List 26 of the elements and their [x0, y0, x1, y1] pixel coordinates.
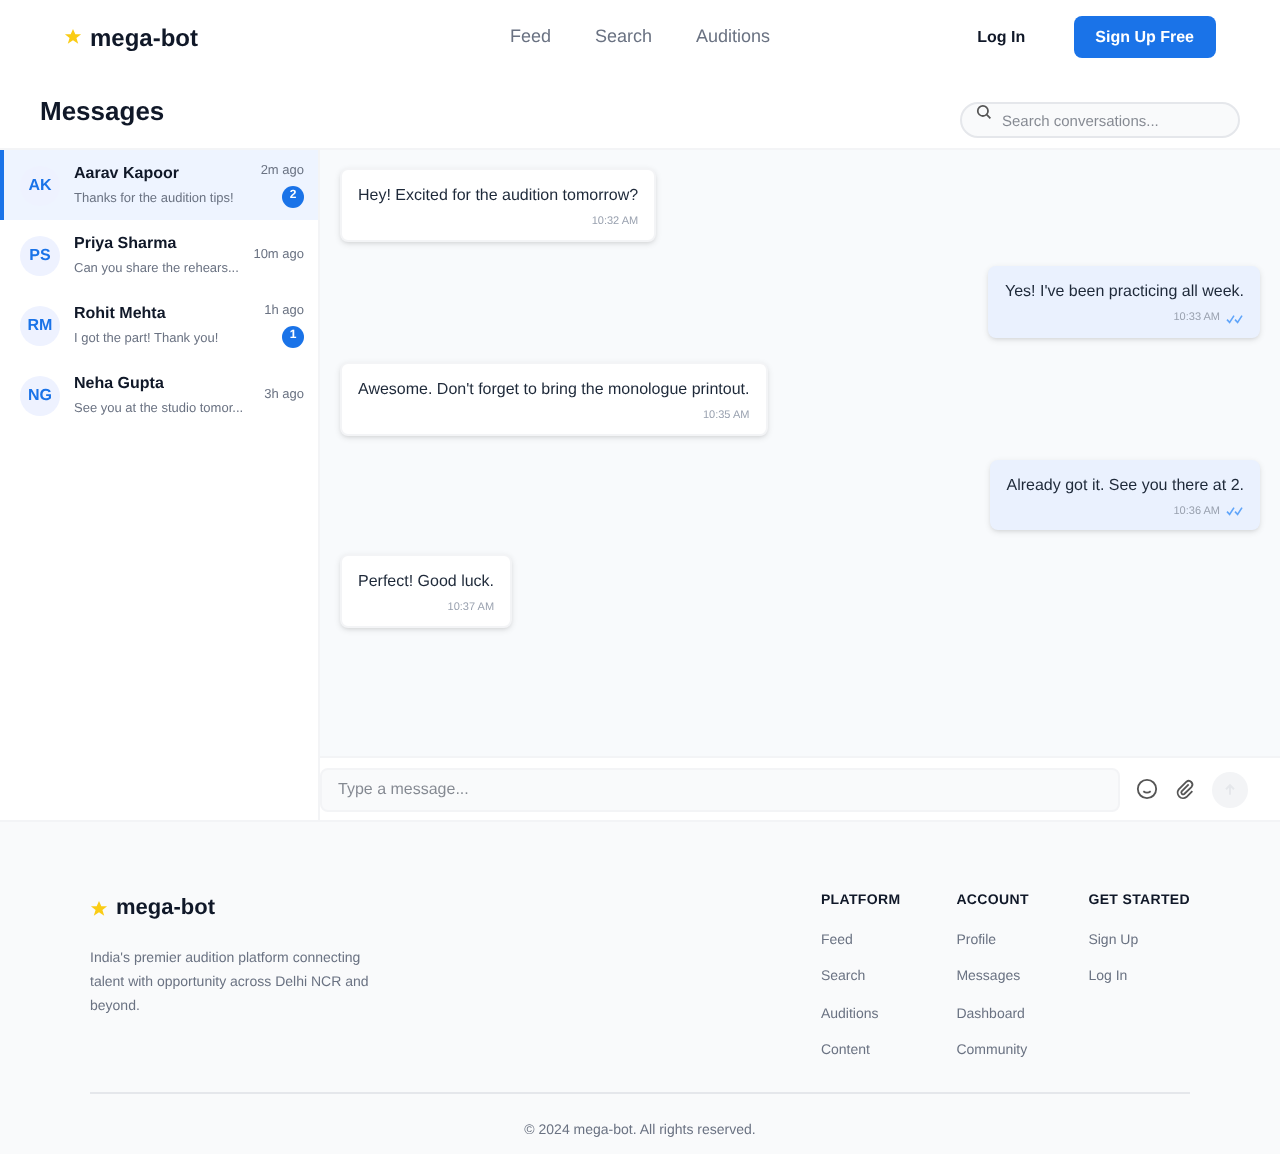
avatar-initials: RM — [20, 305, 60, 345]
paperclip-icon[interactable] — [1174, 778, 1196, 800]
message-text: Perfect! Good luck. — [358, 570, 495, 594]
signup-button[interactable]: Sign Up Free — [1073, 16, 1216, 58]
nav-link[interactable]: Auditions — [696, 23, 771, 51]
contact-name: Neha Gupta — [74, 371, 166, 396]
footer-logo: mega-bot — [116, 894, 215, 924]
contact-name: Aarav Kapoor — [74, 161, 181, 186]
nav-link[interactable]: Feed — [509, 23, 551, 51]
contact-name: Rohit Mehta — [74, 301, 168, 326]
login-link[interactable]: Log In — [977, 25, 1026, 49]
message-field[interactable]: Type a message... — [320, 767, 1120, 811]
message-text: Awesome. Don't forget to bring the monologue printout. — [358, 377, 750, 401]
nav-link[interactable]: Search — [594, 23, 652, 51]
message-text: Already got it. See you there at 2. — [1006, 473, 1244, 498]
star-icon — [64, 28, 82, 46]
contact-name: Priya Sharma — [74, 231, 179, 256]
avatar-initials: PS — [20, 235, 60, 275]
avatar-initials: NG — [20, 375, 60, 415]
star-icon — [90, 899, 108, 918]
message-text: Hey! Excited for the audition tomorrow? — [358, 184, 639, 208]
page-title: Messages — [40, 93, 165, 130]
search-icon — [976, 103, 992, 119]
message-text: Yes! I've been practicing all week. — [1004, 280, 1244, 305]
brand-logo[interactable]: mega-bot — [90, 19, 198, 55]
emoji-icon[interactable] — [1136, 778, 1158, 800]
